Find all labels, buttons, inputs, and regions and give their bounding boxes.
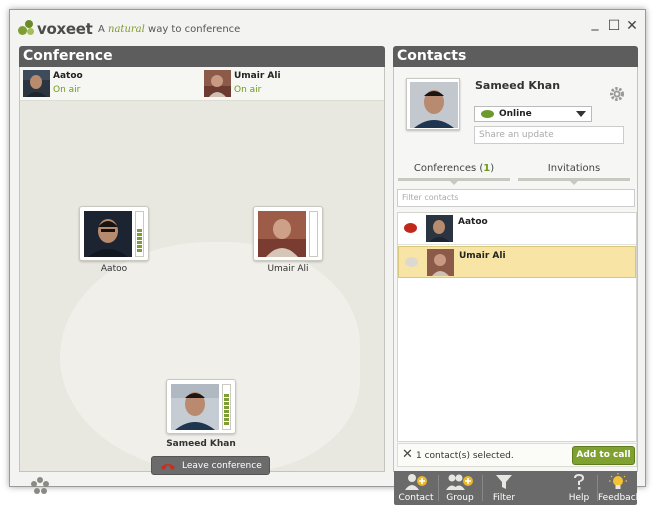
help-icon [574,474,584,490]
avatar [427,249,454,276]
tile-name: Sameed Khan [166,439,236,449]
avatar [204,70,231,97]
toolbar-filter-label: Filter [492,493,516,503]
contacts-header: Contacts [393,46,638,67]
online-status-icon [481,110,494,118]
toolbar-feedback-label: Feedback [598,493,641,503]
on-call-icon [404,223,417,233]
voxeet-logo-icon [18,18,36,36]
contact-item[interactable]: Aatoo [398,213,636,245]
avatar [426,215,453,242]
audio-level-meter [135,211,144,257]
leave-conference-button[interactable]: Leave conference [151,456,270,475]
close-button[interactable]: ✕ [625,19,639,33]
my-profile-photo [406,78,460,130]
participant-name: Umair Ali [234,71,281,81]
contact-list: Aatoo Umair Ali [397,212,637,442]
tagline-suffix: way to conference [148,24,241,35]
help-button[interactable]: Help [562,471,596,505]
participant-photo [258,211,306,257]
title-bar: voxeet A natural way to conference _ ☐ ✕ [10,10,645,46]
participant-name: Aatoo [53,71,83,81]
contact-item-selected[interactable]: Umair Ali [398,246,636,278]
my-name: Sameed Khan [475,79,561,92]
people-icon[interactable] [29,475,51,497]
toolbar-help-label: Help [568,493,590,503]
tab-arrow-icon [570,181,578,185]
add-group-icon [446,474,473,490]
tile-name: Aatoo [100,264,128,274]
conference-participant-list: Aatoo On air Umair Ali On air [20,67,384,101]
conference-panel: Aatoo On air Umair Ali On air Aatoo Umai… [19,67,385,494]
tagline-prefix: A [98,24,105,35]
minimize-button[interactable]: _ [588,16,602,30]
toolbar-divider [482,475,483,501]
participant-item[interactable]: Umair Ali On air [204,70,374,98]
participant-tile-self[interactable] [166,379,236,434]
status-value: Online [499,109,532,119]
selection-count-text: 1 contact(s) selected. [416,451,514,461]
tab-conferences[interactable]: Conferences (1) [398,163,510,174]
chat-bubble-icon [405,257,418,267]
participant-item[interactable]: Aatoo On air [23,70,193,98]
filter-icon [496,475,512,489]
feedback-button[interactable]: Feedback [598,471,641,505]
audio-level-meter [309,211,318,257]
add-contact-button[interactable]: Contact [396,471,436,505]
conference-header: Conference [19,46,385,67]
participant-photo [171,384,219,430]
toolbar-divider [438,475,439,501]
toolbar-contact-label: Contact [398,493,434,503]
status-dropdown[interactable]: Online [474,106,592,122]
lightbulb-icon [609,473,627,489]
participant-status: On air [234,85,262,95]
maximize-button[interactable]: ☐ [607,19,621,33]
participant-tile[interactable] [79,206,149,261]
share-update-input[interactable]: Share an update [474,126,624,144]
contact-name: Aatoo [458,217,488,227]
avatar [23,70,50,97]
tab-conferences-close: ) [490,163,495,174]
tab-conferences-label: Conferences ( [413,163,484,174]
filter-contacts-input[interactable]: Filter contacts [397,189,635,207]
toolbar-group-label: Group [446,493,474,503]
voxeet-window: voxeet A natural way to conference _ ☐ ✕… [9,9,646,505]
tab-arrow-icon [450,181,458,185]
contact-name: Umair Ali [459,251,506,261]
participant-photo [84,211,132,257]
gear-icon[interactable] [610,87,624,101]
participant-tile[interactable] [253,206,323,261]
clear-selection-icon[interactable]: ✕ [402,448,413,462]
tagline: A natural way to conference [98,24,240,35]
brand-name: voxeet [37,20,93,38]
contacts-toolbar: Contact Group Filter Help Feedback [394,471,641,505]
tab-invitations[interactable]: Invitations [518,163,630,174]
selection-bar: ✕ 1 contact(s) selected. Add to call [397,443,637,467]
tagline-emphasis: natural [108,24,145,35]
audio-level-meter [222,384,231,430]
conference-stage [60,242,360,472]
hang-up-icon [161,464,175,470]
contacts-panel: Sameed Khan Online Share an update Confe… [393,67,641,505]
add-group-button[interactable]: Group [440,471,480,505]
participant-status: On air [53,85,81,95]
add-contact-icon [405,474,427,490]
filter-button[interactable]: Filter [484,471,524,505]
leave-conference-label: Leave conference [182,461,262,471]
add-to-call-button[interactable]: Add to call [572,446,635,465]
chevron-down-icon [576,111,586,117]
tile-name: Umair Ali [267,264,309,274]
